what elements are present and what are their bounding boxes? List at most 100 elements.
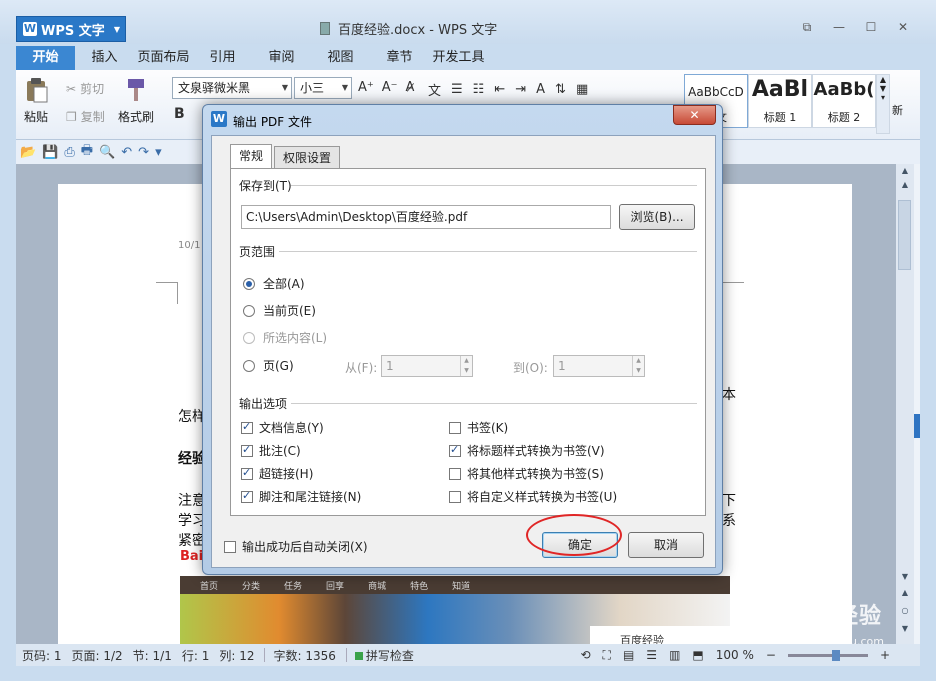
range-pages-radio[interactable]: 页(G) <box>243 357 294 374</box>
style-heading-1[interactable]: AaBl 标题 1 <box>748 74 812 128</box>
style-heading-2[interactable]: AaBb( 标题 2 <box>812 74 876 128</box>
new-style-label[interactable]: 新 <box>890 74 903 134</box>
wps-menu-button[interactable]: W WPS 文字 ▼ <box>16 16 126 42</box>
hyperlinks-checkbox[interactable]: 超链接(H) <box>241 465 313 482</box>
fullscreen-icon[interactable]: ⛶ <box>603 648 611 663</box>
to-page-input: 1 ▲ ▼ <box>553 355 645 377</box>
grow-font-icon[interactable]: A⁺ <box>358 80 374 95</box>
to-label: 到(O): <box>513 361 548 375</box>
other-styles-bookmarks-checkbox[interactable]: 将其他样式转换为书签(S) <box>449 465 604 482</box>
export-pdf-icon[interactable]: ⎙ <box>64 145 74 160</box>
tab-developer[interactable]: 开发工具 <box>429 46 488 70</box>
customize-icon[interactable]: ▾ <box>155 145 162 160</box>
zoom-out-icon[interactable]: − <box>766 648 776 662</box>
format-painter-button[interactable]: 格式刷 <box>118 76 154 125</box>
next-page-icon[interactable]: ▼ <box>896 624 914 633</box>
tab-view[interactable]: 视图 <box>311 46 370 70</box>
clear-format-icon[interactable]: A̷ <box>406 80 415 95</box>
prev-page-icon[interactable]: ▲ <box>896 588 914 597</box>
open-icon[interactable]: 📂 <box>20 145 36 160</box>
zoom-slider[interactable] <box>787 649 868 661</box>
document-icon <box>320 22 330 35</box>
tab-home[interactable]: 开始 <box>16 46 75 70</box>
comments-checkbox[interactable]: 批注(C) <box>241 442 301 459</box>
scrollbar-thumb[interactable] <box>898 200 911 270</box>
auto-close-checkbox[interactable]: 输出成功后自动关闭(X) <box>224 538 368 555</box>
web-view-icon[interactable]: ▥ <box>669 648 680 662</box>
minimize-icon[interactable]: — <box>824 16 854 38</box>
scroll-up-icon[interactable]: ▲ <box>896 166 914 175</box>
tab-insert[interactable]: 插入 <box>75 46 134 70</box>
checkbox-box <box>449 443 461 457</box>
footnote-links-checkbox[interactable]: 脚注和尾注链接(N) <box>241 488 361 505</box>
tab-review[interactable]: 审阅 <box>252 46 311 70</box>
numbered-list-icon[interactable]: ☷ <box>473 82 485 97</box>
heading-bookmarks-checkbox[interactable]: 将标题样式转换为书签(V) <box>449 442 605 459</box>
copy-icon: ❐ <box>66 109 77 124</box>
bookmarks-checkbox[interactable]: 书签(K) <box>449 419 508 436</box>
range-all-radio[interactable]: 全部(A) <box>243 275 305 292</box>
tab-permissions[interactable]: 权限设置 <box>274 146 341 168</box>
increase-indent-icon[interactable]: ⇥ <box>515 82 526 97</box>
restore-icon[interactable]: ⧉ <box>792 16 822 38</box>
zoom-slider-knob[interactable] <box>831 649 840 661</box>
font-size-select[interactable]: 小三 ▼ <box>294 77 352 99</box>
paste-button[interactable]: 粘贴 <box>22 76 50 125</box>
scroll-down-icon[interactable]: ▼ <box>896 572 914 581</box>
print-icon[interactable]: 🖶 <box>81 141 93 163</box>
font-name-select[interactable]: 文泉驿微米黑 ▼ <box>172 77 292 99</box>
status-row: 行: 1 <box>181 648 210 663</box>
cancel-button[interactable]: 取消 <box>628 532 704 558</box>
tab-general[interactable]: 常规 <box>230 144 273 168</box>
tab-references[interactable]: 引用 <box>193 46 252 70</box>
save-icon[interactable]: 💾 <box>42 145 58 160</box>
browse-button[interactable]: 浏览(B)... <box>619 204 695 230</box>
image-badge: 百度经验 <box>590 626 730 644</box>
select-browse-icon[interactable]: ○ <box>896 606 914 615</box>
undo-icon[interactable]: ↶ <box>121 145 132 160</box>
vertical-scrollbar[interactable]: ▲ ▲ ▼ ▲ ○ ▼ <box>896 164 914 644</box>
checkbox-box <box>241 420 253 434</box>
zoom-value[interactable]: 100 % <box>716 648 754 662</box>
embedded-image[interactable]: 首页 分类 任务 回享 商城 特色 知道 百度经验 <box>180 576 730 644</box>
zoom-in-icon[interactable]: + <box>880 648 890 662</box>
sort-icon[interactable]: ⇅ <box>555 82 566 97</box>
style-name: 标题 2 <box>827 111 861 124</box>
page-up-icon[interactable]: ▲ <box>896 180 914 189</box>
outline-view-icon[interactable]: ☰ <box>646 648 657 662</box>
spellcheck-toggle[interactable]: 拼写检查 <box>354 647 414 664</box>
chevron-down-icon: ▼ <box>341 83 348 92</box>
text-effect-icon[interactable]: A <box>536 82 545 97</box>
redo-icon[interactable]: ↷ <box>138 145 149 160</box>
decrease-indent-icon[interactable]: ⇤ <box>494 82 505 97</box>
dialog-close-button[interactable]: ✕ <box>673 105 716 125</box>
bullet-list-icon[interactable]: ☰ <box>451 82 463 97</box>
tab-chapter[interactable]: 章节 <box>370 46 429 70</box>
spellcheck-icon <box>354 651 363 660</box>
save-path-input[interactable]: C:\Users\Admin\Desktop\百度经验.pdf <box>241 205 611 229</box>
to-page-value: 1 <box>558 359 566 373</box>
status-word-count[interactable]: 字数: 1356 <box>273 647 335 664</box>
cut-button[interactable]: ✂ 剪切 <box>66 80 104 97</box>
close-icon[interactable]: ✕ <box>888 16 918 38</box>
table-icon[interactable]: ▦ <box>576 82 588 97</box>
bold-button[interactable]: B <box>174 106 185 122</box>
side-panel-toggle[interactable] <box>914 414 920 438</box>
phonetic-icon[interactable]: 文 <box>428 80 441 99</box>
history-icon[interactable]: ⟲ <box>580 648 590 662</box>
print-preview-icon[interactable]: 🔍 <box>99 145 115 160</box>
styles-scroll[interactable]: ▲ ▼ ▾ <box>876 74 890 134</box>
custom-styles-bookmarks-checkbox[interactable]: 将自定义样式转换为书签(U) <box>449 488 617 505</box>
from-page-value: 1 <box>386 359 394 373</box>
doc-info-checkbox[interactable]: 文档信息(Y) <box>241 419 324 436</box>
baidu-logo: Bai <box>180 549 204 564</box>
shrink-font-icon[interactable]: A⁻ <box>382 80 398 95</box>
maximize-icon[interactable]: ☐ <box>856 16 886 38</box>
page-view-icon[interactable]: ▤ <box>623 648 634 662</box>
tab-page-layout[interactable]: 页面布局 <box>134 46 193 70</box>
image-nav-item: 特色 <box>410 581 429 592</box>
cut-label: 剪切 <box>80 82 105 96</box>
reading-view-icon[interactable]: ⬒ <box>692 648 703 662</box>
range-current-radio[interactable]: 当前页(E) <box>243 302 316 319</box>
copy-button[interactable]: ❐ 复制 <box>66 108 105 125</box>
